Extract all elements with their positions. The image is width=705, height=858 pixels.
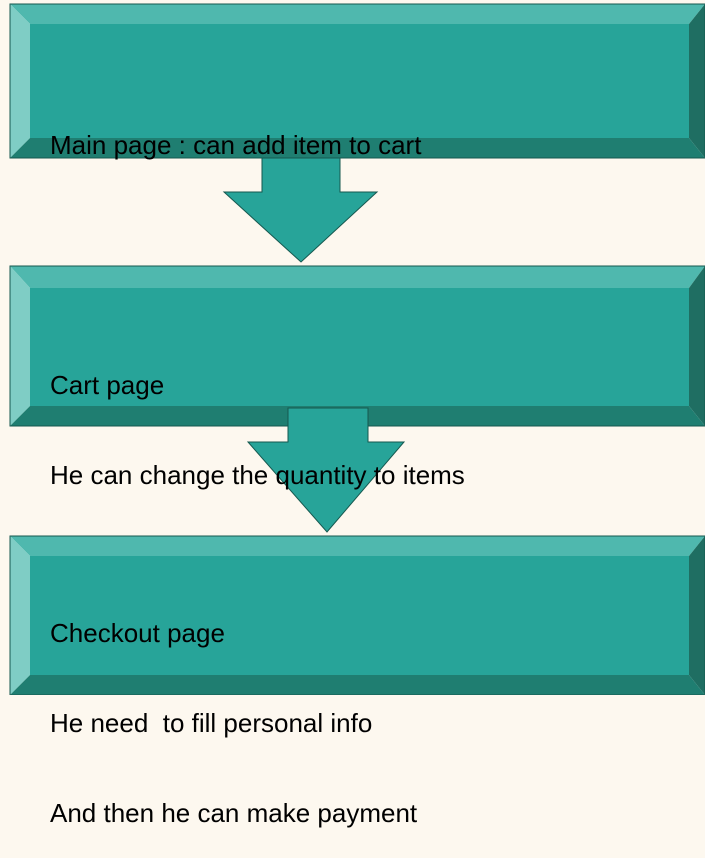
bevel-top <box>10 536 705 556</box>
bevel-top <box>10 266 705 288</box>
bevel-right <box>689 4 705 158</box>
step-text-line: And then he can make payment <box>50 798 418 828</box>
bevel-right <box>689 536 705 695</box>
bevel-left <box>10 536 30 695</box>
bevel-left <box>10 266 30 426</box>
step-checkout-page-text: Checkout page He need to fill personal i… <box>50 558 417 858</box>
bevel-top <box>10 4 705 24</box>
bevel-right <box>689 266 705 426</box>
step-cart-page-text: Cart page He can change the quantity to … <box>50 310 465 520</box>
step-text-line: He can change the quantity to items <box>50 460 465 490</box>
step-text-line: Checkout page <box>50 618 225 648</box>
step-main-page-text: Main page : can add item to cart <box>50 70 421 190</box>
step-text-line: He need to fill personal info <box>50 708 373 738</box>
bevel-left <box>10 4 30 158</box>
step-text-line: Cart page <box>50 370 165 400</box>
step-text-line: Main page : can add item to cart <box>50 130 422 160</box>
